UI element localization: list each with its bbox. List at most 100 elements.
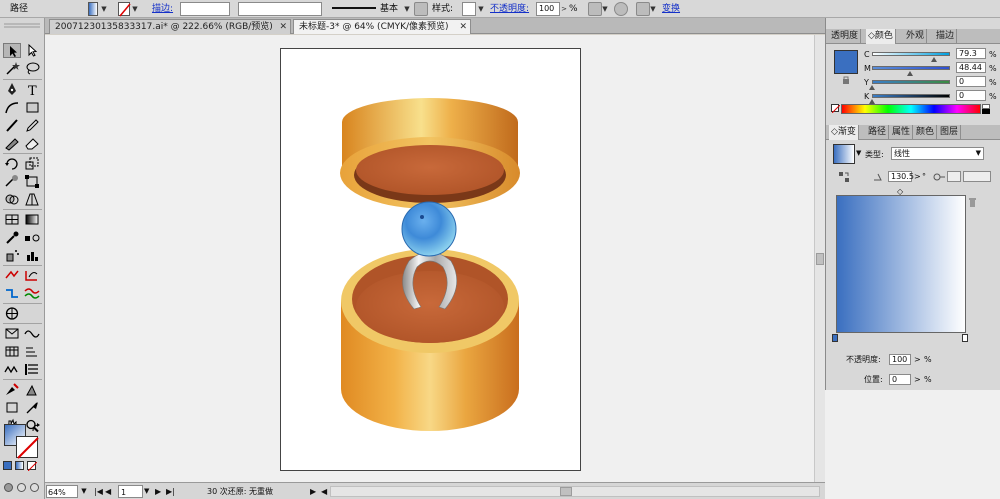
pen-tool-icon[interactable] <box>3 82 21 97</box>
gradient-stop-end[interactable] <box>962 334 968 342</box>
type-tool-icon[interactable]: T <box>23 82 41 97</box>
blend-tool-icon[interactable] <box>23 230 41 245</box>
blob-brush-tool-icon[interactable] <box>3 136 21 151</box>
color-spectrum-ramp[interactable] <box>841 104 981 114</box>
color-mode-icon[interactable] <box>3 461 12 470</box>
style-swatch[interactable] <box>462 2 476 16</box>
free-transform-tool-icon[interactable] <box>23 174 41 189</box>
channel-slider-knob[interactable] <box>869 85 875 90</box>
angle-dropdown-icon[interactable]: > <box>914 171 921 182</box>
canvas-area[interactable] <box>45 35 825 482</box>
hscroll-left-icon[interactable]: ◀ <box>321 485 327 498</box>
lasso-tool-icon[interactable] <box>23 61 41 76</box>
align-lines-tool-icon[interactable] <box>23 362 41 377</box>
vertical-scrollbar[interactable] <box>814 35 825 482</box>
transform-link[interactable]: 变换 <box>662 2 686 16</box>
opacity-arrow-icon[interactable]: > <box>560 2 568 16</box>
gradient-stop-start[interactable] <box>832 334 838 342</box>
last-page-icon[interactable]: ▶| <box>166 485 176 498</box>
stroke-color-swatch[interactable] <box>16 436 39 459</box>
page-field[interactable]: 1 <box>118 485 143 498</box>
tab-transparency[interactable]: 透明度 <box>829 29 862 44</box>
twirl-tool-icon[interactable] <box>23 326 41 341</box>
swap-colors-icon[interactable] <box>31 423 41 433</box>
angle-field[interactable]: 130.5 <box>888 171 914 182</box>
tab-gradient[interactable]: ◇渐变 <box>829 125 859 140</box>
close-icon[interactable]: ✕ <box>459 20 467 35</box>
stop-location-dropdown-icon[interactable]: > <box>914 374 921 385</box>
status-menu-icon[interactable]: ▶ <box>310 485 318 498</box>
draw-normal-icon[interactable] <box>4 483 13 492</box>
warp-tool-icon[interactable] <box>3 174 21 189</box>
width-tool-icon[interactable] <box>3 286 21 301</box>
stroke-profile-dropdown-icon[interactable]: ▼ <box>403 2 411 16</box>
stop-location-field[interactable]: 0 <box>889 374 911 385</box>
aspect-ratio-field-2[interactable] <box>963 171 991 182</box>
draw-behind-icon[interactable] <box>17 483 26 492</box>
style-dropdown-icon[interactable]: ▼ <box>477 2 485 16</box>
chart-tool-icon[interactable] <box>3 344 21 359</box>
gradient-mode-icon[interactable] <box>15 461 24 470</box>
globe-icon[interactable] <box>614 2 628 16</box>
tab-appearance[interactable]: 外观 <box>904 29 928 44</box>
stroke-weight-field[interactable] <box>180 2 230 16</box>
gradient-thumbnail-dropdown-icon[interactable]: ▼ <box>856 149 861 157</box>
none-mode-icon[interactable] <box>27 461 38 472</box>
channel-value-c[interactable]: 79.3 <box>956 48 986 59</box>
direct-selection-tool-icon[interactable] <box>23 43 41 58</box>
channel-slider-knob[interactable] <box>930 57 937 62</box>
color-preview-swatch[interactable] <box>834 50 858 74</box>
stroke-swatch[interactable] <box>118 2 131 17</box>
live-paint-tool-icon[interactable] <box>3 382 21 397</box>
aspect-ratio-field[interactable] <box>947 171 961 182</box>
channel-slider-k[interactable] <box>872 94 950 98</box>
opacity-field[interactable]: 100 <box>536 2 560 16</box>
crop-area-tool-icon[interactable] <box>3 306 21 321</box>
draw-inside-icon[interactable] <box>30 483 39 492</box>
pencil-tool-icon[interactable] <box>23 118 41 133</box>
tab-document-1[interactable]: 20071230135833317.ai* @ 222.66% (RGB/预览)… <box>49 19 291 34</box>
channel-slider-y[interactable] <box>872 80 950 84</box>
rectangle-shape-tool-icon[interactable] <box>3 400 21 415</box>
gradient-ramp[interactable] <box>836 195 966 333</box>
reverse-gradient-icon[interactable] <box>838 171 850 183</box>
page-dropdown-icon[interactable]: ▼ <box>144 485 153 498</box>
live-paint-selection-tool-icon[interactable] <box>23 382 41 397</box>
close-icon[interactable]: ✕ <box>279 20 287 35</box>
eraser-tool-icon[interactable] <box>23 136 41 151</box>
gradient-type-select[interactable]: 线性 ▼ <box>891 147 984 160</box>
channel-value-y[interactable]: 0 <box>956 76 986 87</box>
previous-page-icon[interactable]: ◀ <box>105 485 115 498</box>
magic-wand-tool-icon[interactable] <box>3 61 21 76</box>
pucker-tool-icon[interactable] <box>23 344 41 359</box>
tab-stroke[interactable]: 描边 <box>934 29 958 44</box>
gradient-thumbnail[interactable] <box>833 144 855 164</box>
zigzag-tool-icon[interactable] <box>3 362 21 377</box>
fill-dropdown-icon[interactable]: ▼ <box>100 2 108 16</box>
rectangle-tool-icon[interactable] <box>23 100 41 115</box>
black-swatch[interactable] <box>982 109 990 114</box>
stop-opacity-dropdown-icon[interactable]: > <box>914 354 921 365</box>
recolor-dropdown-icon[interactable]: ▼ <box>602 2 608 16</box>
fill-swatch[interactable] <box>88 2 98 16</box>
tab-pathfinder[interactable]: 路径 <box>866 125 890 140</box>
column-graph-tool-icon[interactable] <box>23 248 41 263</box>
selection-tool-icon[interactable] <box>3 43 21 58</box>
artboard[interactable] <box>280 48 581 471</box>
recolor-icon[interactable] <box>588 2 602 16</box>
tab-document-2[interactable]: 未标题-3* @ 64% (CMYK/像素预览) ✕ <box>293 19 471 34</box>
zoom-dropdown-icon[interactable]: ▼ <box>79 485 89 498</box>
ring-box-artwork[interactable] <box>281 49 582 472</box>
tab-color[interactable]: ◇颜色 <box>866 29 896 44</box>
channel-value-m[interactable]: 48.44 <box>956 62 986 73</box>
envelope-tool-icon[interactable] <box>3 326 21 341</box>
channel-slider-knob[interactable] <box>906 71 913 76</box>
align-dropdown-icon[interactable]: ▼ <box>650 2 656 16</box>
stroke-dropdown-icon[interactable]: ▼ <box>131 2 139 16</box>
scrollbar-thumb[interactable] <box>560 487 572 496</box>
delete-stop-icon[interactable] <box>969 198 976 207</box>
shape-builder-tool-icon[interactable] <box>3 192 21 207</box>
variable-width-field[interactable] <box>238 2 322 16</box>
line-tool-icon[interactable] <box>3 100 21 115</box>
tab-layers[interactable]: 图层 <box>938 125 962 140</box>
